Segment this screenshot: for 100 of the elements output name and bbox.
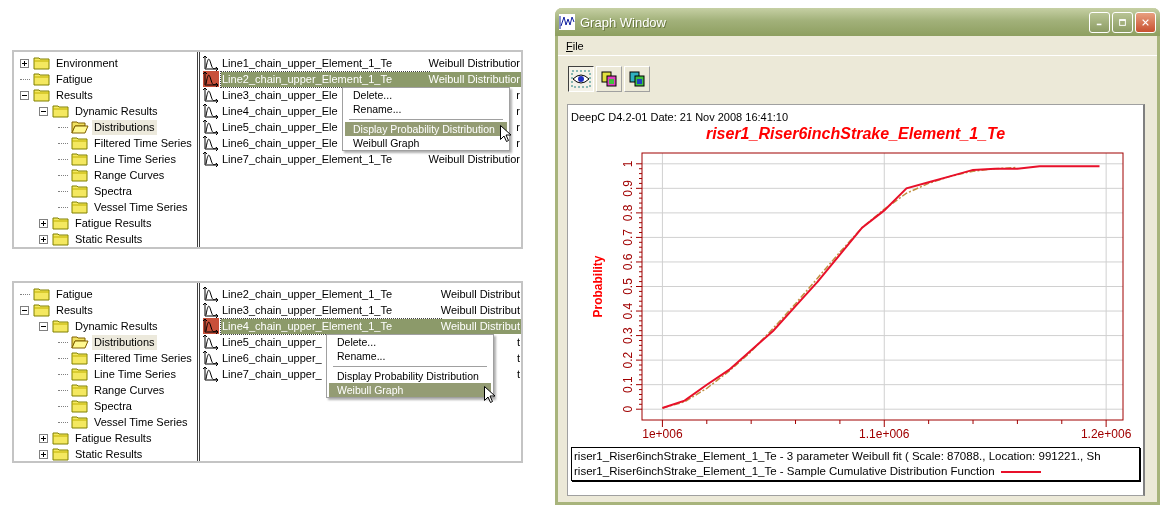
tick-label: 0.4: [621, 302, 635, 320]
tree-item[interactable]: Spectra: [92, 183, 134, 199]
tree-item[interactable]: Static Results: [73, 446, 145, 461]
list-item[interactable]: Line1_chain_upper_Element_1_Te: [221, 55, 394, 71]
list-item[interactable]: Line5_chain_upper_: [221, 334, 323, 350]
tree-item[interactable]: Range Curves: [92, 382, 167, 398]
tree-item[interactable]: Filtered Time Series: [92, 135, 194, 151]
list-item[interactable]: Line7_chain_upper_Element_1_Te: [221, 151, 394, 167]
menu-item[interactable]: Display Probability Distribution: [329, 369, 491, 383]
expand-toggle[interactable]: [39, 234, 48, 244]
tree-item[interactable]: Dynamic Results: [73, 318, 160, 334]
expand-toggle[interactable]: [39, 449, 48, 459]
collapse-toggle[interactable]: [20, 305, 29, 315]
tree-item[interactable]: Static Results: [73, 231, 145, 247]
list-item[interactable]: Line3_chain_upper_Ele: [221, 87, 339, 103]
folder-icon: [33, 303, 51, 317]
tree-item[interactable]: Fatigue Results: [73, 215, 154, 231]
chart-title: riser1_Riser6inchStrake_Element_1_Te: [705, 125, 1006, 143]
tick-label: 1: [621, 160, 635, 168]
folder-icon: [71, 351, 89, 365]
tree-item[interactable]: Fatigue Results: [73, 430, 154, 446]
type-cell: Weibull Distributior: [428, 151, 521, 167]
eye-icon: [571, 70, 591, 88]
graph-icon: [203, 119, 219, 135]
open-folder-icon: [71, 335, 89, 349]
list-item[interactable]: Line2_chain_upper_Element_1_Te: [221, 286, 394, 302]
folder-icon: [71, 367, 89, 381]
graph-icon: [203, 87, 219, 103]
tick-label: 0.9: [621, 180, 635, 197]
graph-icon: [203, 55, 219, 71]
tree-item[interactable]: Line Time Series: [92, 366, 178, 382]
tree-item[interactable]: Vessel Time Series: [92, 414, 190, 430]
app-icon: [559, 14, 575, 30]
collapse-toggle[interactable]: [20, 90, 29, 100]
expand-toggle[interactable]: [20, 58, 29, 68]
expand-toggle[interactable]: [39, 433, 48, 443]
tree-item[interactable]: Distributions: [92, 334, 157, 350]
collapse-toggle[interactable]: [39, 321, 48, 331]
folder-icon: [71, 415, 89, 429]
tick-label: 1e+006: [642, 427, 683, 441]
expand-toggle[interactable]: [39, 218, 48, 228]
close-button[interactable]: [1135, 11, 1156, 33]
folder-icon: [71, 168, 89, 182]
collapse-toggle[interactable]: [39, 106, 48, 116]
tree-item[interactable]: Fatigue: [54, 71, 95, 87]
tree-item[interactable]: Results: [54, 87, 95, 103]
toolbar-button[interactable]: [568, 66, 594, 92]
folder-icon: [71, 184, 89, 198]
minimize-button[interactable]: [1089, 11, 1110, 33]
tick-label: 0.5: [621, 278, 635, 295]
graph-icon: [203, 318, 219, 334]
tree-item[interactable]: Fatigue: [54, 286, 95, 302]
type-cell: Weibull Distributior: [428, 55, 521, 71]
menu-item[interactable]: Rename...: [345, 102, 507, 116]
menu-item[interactable]: Rename...: [329, 349, 491, 363]
list-item[interactable]: Line4_chain_upper_Ele: [221, 103, 339, 119]
graph-icon: [203, 366, 219, 382]
graph-icon: [203, 286, 219, 302]
tree-item[interactable]: Results: [54, 302, 95, 318]
open-folder-icon: [71, 120, 89, 134]
legend-text: riser1_Riser6inchStrake_Element_1_Te - 3 parameter Weibull fit ( Scale: 87088., Location: 991221., Sh: [574, 449, 1101, 464]
menu-item[interactable]: Weibull Graph: [345, 136, 507, 150]
type-cell: Weibull Distributior: [428, 71, 521, 87]
window-title: Graph Window: [580, 14, 667, 30]
graph-icon: [203, 135, 219, 151]
graph-icon: [203, 103, 219, 119]
tree-item[interactable]: Distributions: [92, 119, 157, 135]
graph-icon: [203, 151, 219, 167]
folder-icon: [52, 104, 70, 118]
list-item[interactable]: Line5_chain_upper_Ele: [221, 119, 339, 135]
tree-item[interactable]: Spectra: [92, 398, 134, 414]
list-item[interactable]: Line6_chain_upper_: [221, 350, 323, 366]
maximize-button[interactable]: [1112, 11, 1133, 33]
tick-label: 0: [621, 405, 635, 413]
tree-item[interactable]: Line Time Series: [92, 151, 178, 167]
tick-label: 0.7: [621, 229, 635, 246]
list-item[interactable]: Line6_chain_upper_Ele: [221, 135, 339, 151]
type-cell: t: [516, 366, 521, 382]
tree-item[interactable]: Vessel Time Series: [92, 199, 190, 215]
tree-item[interactable]: Range Curves: [92, 167, 167, 183]
legend-text: riser1_Riser6inchStrake_Element_1_Te - Sample Cumulative Distribution Function: [574, 464, 995, 479]
copy-icon: [600, 70, 618, 88]
menu-item[interactable]: Delete...: [345, 88, 507, 102]
copy-icon: [628, 70, 646, 88]
menu-item[interactable]: Delete...: [329, 335, 491, 349]
list-item[interactable]: Line3_chain_upper_Element_1_Te: [221, 302, 394, 318]
tick-label: 0.8: [621, 204, 635, 222]
type-cell: r: [516, 103, 521, 119]
tree-item[interactable]: Filtered Time Series: [92, 350, 194, 366]
graph-icon: [203, 350, 219, 366]
folder-icon: [33, 88, 51, 102]
list-item[interactable]: Line7_chain_upper_: [221, 366, 323, 382]
tree-item[interactable]: Dynamic Results: [73, 103, 160, 119]
folder-icon: [71, 383, 89, 397]
folder-icon: [33, 56, 51, 70]
folder-icon: [71, 152, 89, 166]
tick-label: 0.3: [621, 327, 635, 344]
tree-item[interactable]: Environment: [54, 55, 120, 71]
type-cell: Weibull Distribut: [440, 318, 521, 334]
menu-item[interactable]: File: [564, 39, 586, 52]
